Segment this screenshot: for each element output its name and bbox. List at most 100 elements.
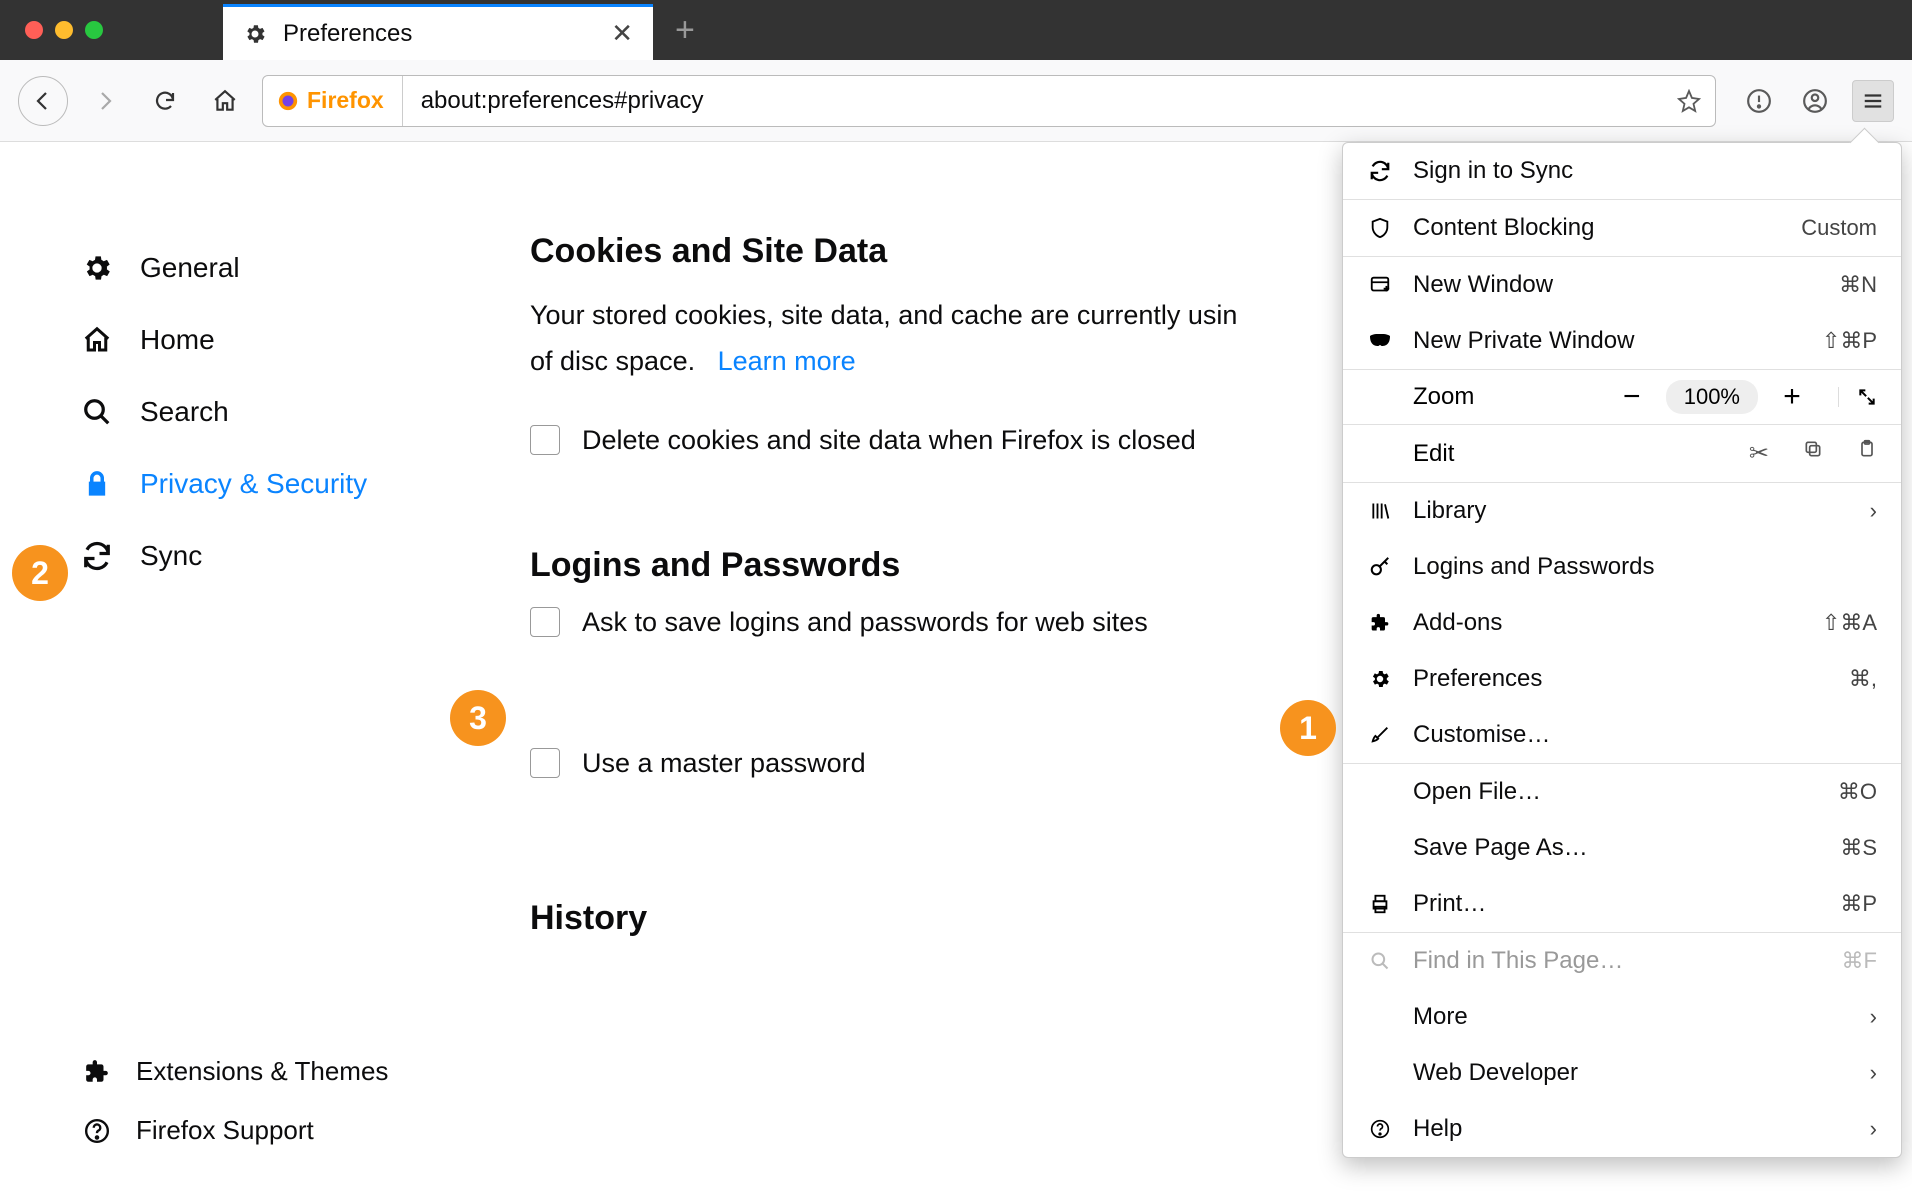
menu-label: Web Developer [1413,1059,1578,1087]
zoom-percentage[interactable]: 100% [1666,380,1758,414]
home-icon [80,325,114,355]
browser-tab[interactable]: Preferences ✕ [223,4,653,60]
titlebar: Preferences ✕ + [0,0,1912,60]
sidebar-label: Sync [140,540,202,572]
menu-more[interactable]: More › [1343,989,1901,1045]
sidebar-item-search[interactable]: Search [80,376,530,448]
close-tab-button[interactable]: ✕ [611,18,633,49]
checkbox-label: Ask to save logins and passwords for web… [582,607,1148,638]
reader-mode-icon[interactable] [1740,82,1778,120]
paste-icon[interactable] [1857,439,1877,468]
menu-label: Preferences [1413,665,1542,693]
sidebar-item-home[interactable]: Home [80,304,530,376]
sidebar-label: Extensions & Themes [136,1056,388,1087]
sidebar-item-support[interactable]: Firefox Support [80,1101,388,1160]
mask-icon [1367,334,1393,348]
checkbox-label: Delete cookies and site data when Firefo… [582,425,1196,456]
print-icon [1367,893,1393,915]
help-icon [80,1118,114,1144]
menu-customise[interactable]: Customise… [1343,707,1901,763]
fullscreen-icon[interactable] [1838,387,1877,407]
library-icon [1367,501,1393,521]
address-input[interactable] [403,87,1677,115]
navigation-toolbar: Firefox [0,60,1912,142]
sidebar-label: Home [140,324,215,356]
tab-title: Preferences [283,20,412,48]
gear-icon [80,252,114,284]
menu-sign-in-sync[interactable]: Sign in to Sync [1343,143,1901,199]
sidebar-label: Firefox Support [136,1115,314,1146]
menu-label: Save Page As… [1413,834,1588,862]
menu-new-private-window[interactable]: New Private Window ⇧⌘P [1343,313,1901,369]
checkbox[interactable] [530,748,560,778]
hamburger-menu-panel: Sign in to Sync Content Blocking Custom … [1342,142,1902,1158]
checkbox-label: Use a master password [582,748,866,779]
menu-label: Library [1413,497,1486,525]
menu-label: Content Blocking [1413,214,1594,242]
gear-icon [243,22,267,46]
menu-shortcut: ⌘P [1840,891,1877,917]
sidebar-item-sync[interactable]: Sync [80,520,530,592]
menu-preferences[interactable]: Preferences ⌘, [1343,651,1901,707]
zoom-out-button[interactable]: − [1616,380,1648,414]
sidebar-label: Search [140,396,229,428]
bookmark-star-icon[interactable] [1677,89,1701,113]
menu-shortcut: ⇧⌘P [1822,328,1877,354]
sidebar-item-privacy[interactable]: Privacy & Security [80,448,530,520]
sidebar-item-extensions[interactable]: Extensions & Themes [80,1042,388,1101]
menu-shortcut: ⌘S [1840,835,1877,861]
account-icon[interactable] [1796,82,1834,120]
firefox-logo-icon [277,90,299,112]
puzzle-icon [1367,613,1393,633]
maximize-window-button[interactable] [85,21,103,39]
cut-icon[interactable]: ✂ [1749,439,1769,468]
menu-help[interactable]: Help › [1343,1101,1901,1157]
zoom-in-button[interactable]: + [1776,380,1808,414]
edit-label: Edit [1413,440,1454,468]
menu-label: New Private Window [1413,327,1634,355]
brush-icon [1367,724,1393,746]
menu-logins-passwords[interactable]: Logins and Passwords [1343,539,1901,595]
home-button[interactable] [202,78,248,124]
menu-edit-row: Edit ✂ [1343,425,1901,482]
chevron-right-icon: › [1870,1004,1877,1030]
sidebar-item-general[interactable]: General [80,232,530,304]
sync-icon [80,541,114,571]
menu-web-developer[interactable]: Web Developer › [1343,1045,1901,1101]
learn-more-link[interactable]: Learn more [718,346,856,376]
menu-print[interactable]: Print… ⌘P [1343,876,1901,932]
menu-value: Custom [1801,215,1877,241]
menu-shortcut: ⌘N [1839,272,1877,298]
sidebar-label: General [140,252,240,284]
menu-new-window[interactable]: New Window ⌘N [1343,257,1901,313]
menu-save-page[interactable]: Save Page As… ⌘S [1343,820,1901,876]
menu-shortcut: ⌘F [1842,948,1877,974]
copy-icon[interactable] [1803,439,1823,468]
minimize-window-button[interactable] [55,21,73,39]
menu-label: Sign in to Sync [1413,157,1573,185]
close-window-button[interactable] [25,21,43,39]
forward-button [82,78,128,124]
menu-open-file[interactable]: Open File… ⌘O [1343,764,1901,820]
menu-addons[interactable]: Add-ons ⇧⌘A [1343,595,1901,651]
new-tab-button[interactable]: + [675,13,695,47]
annotation-badge-3: 3 [450,690,506,746]
checkbox[interactable] [530,425,560,455]
checkbox[interactable] [530,607,560,637]
menu-library[interactable]: Library › [1343,483,1901,539]
menu-label: More [1413,1003,1468,1031]
menu-label: New Window [1413,271,1553,299]
url-brand: Firefox [307,87,384,114]
zoom-label: Zoom [1413,383,1474,411]
chevron-right-icon: › [1870,498,1877,524]
search-icon [80,397,114,427]
url-bar[interactable]: Firefox [262,75,1716,127]
reload-button[interactable] [142,78,188,124]
sync-icon [1367,160,1393,182]
identity-box[interactable]: Firefox [277,76,403,126]
menu-label: Customise… [1413,721,1550,749]
back-button[interactable] [18,76,68,126]
menu-zoom-row: Zoom − 100% + [1343,370,1901,424]
hamburger-menu-button[interactable] [1852,80,1894,122]
menu-content-blocking[interactable]: Content Blocking Custom [1343,200,1901,256]
